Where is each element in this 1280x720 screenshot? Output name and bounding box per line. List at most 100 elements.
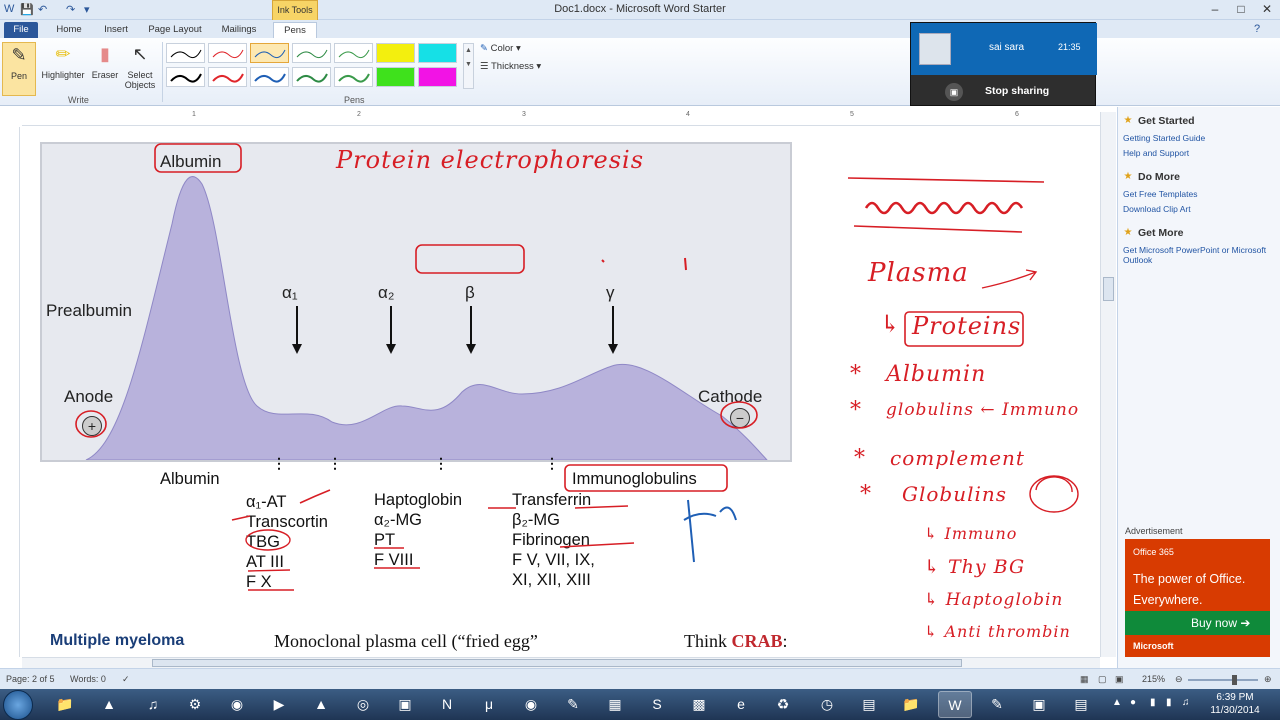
zoom-slider-knob[interactable] (1232, 675, 1237, 685)
vertical-scroll-thumb[interactable] (1103, 277, 1114, 301)
office365-ad[interactable]: Office 365 The power of Office. Everywhe… (1125, 539, 1270, 657)
clock-app-icon[interactable]: ◷ (810, 691, 844, 718)
chrome-icon[interactable]: ◉ (220, 691, 254, 718)
system-clock[interactable]: 6:39 PM 11/30/2014 (1200, 691, 1270, 717)
pen-gallery (166, 43, 462, 89)
pen-gallery-more-button[interactable]: ▲ ▼ (463, 43, 474, 89)
horizontal-ruler[interactable]: 1 2 3 4 5 6 (22, 108, 1100, 126)
highlighter-yellow[interactable] (376, 43, 415, 63)
volume-icon[interactable]: ♫ (1182, 697, 1190, 708)
help-icon[interactable]: ? (1254, 23, 1260, 35)
pen-tool-button[interactable]: ✎ Pen (2, 42, 36, 96)
horizontal-scroll-thumb[interactable] (152, 659, 962, 667)
pen-style-green-thin[interactable] (292, 43, 331, 63)
pen-style-black-thick[interactable] (166, 67, 205, 87)
sketch-icon[interactable]: ✎ (556, 691, 590, 718)
print-layout-icon[interactable]: ▦ (1080, 674, 1089, 685)
tab-home[interactable]: Home (52, 22, 86, 38)
thickness-dropdown-button[interactable]: ☰ Thickness ▾ (480, 61, 541, 72)
highlighter-green[interactable] (376, 67, 415, 87)
monitor-icon[interactable]: ▤ (1064, 691, 1098, 718)
word-count[interactable]: Words: 0 (70, 674, 106, 684)
zoom-in-icon[interactable]: ⊕ (1264, 674, 1272, 685)
acrobat-icon[interactable]: ▲ (304, 691, 338, 718)
close-button[interactable]: ✕ (1254, 0, 1280, 18)
app-tile-icon[interactable]: ▩ (682, 691, 716, 718)
thickness-icon: ☰ (480, 61, 489, 72)
explorer-icon[interactable]: 📁 (48, 691, 82, 718)
tab-pens[interactable]: Pens (273, 22, 317, 38)
paint-icon[interactable]: ✎ (980, 691, 1014, 718)
star-icon: ★ (1123, 171, 1133, 182)
web-layout-icon[interactable]: ▣ (1115, 674, 1124, 685)
network-icon[interactable]: ⚙ (178, 691, 212, 718)
free-templates-link[interactable]: Get Free Templates (1123, 189, 1278, 199)
eraser-tool-button[interactable]: ▮ Eraser (90, 42, 120, 80)
vertical-ruler[interactable] (0, 127, 20, 657)
color-dropdown-button[interactable]: ✎ Color ▾ (480, 43, 521, 54)
ie-icon[interactable]: e (724, 691, 758, 718)
folder-icon[interactable]: 📁 (894, 691, 928, 718)
highlighter-cyan[interactable] (418, 43, 457, 63)
word-taskbar-icon[interactable]: W (938, 691, 972, 718)
tray-expand-icon[interactable]: ▲ (1112, 697, 1122, 708)
pen-style-green-thick[interactable] (292, 67, 331, 87)
list-item: XI, XII, XIII (512, 571, 591, 589)
highlighter-tool-button[interactable]: ✏ Highlighter (38, 42, 88, 80)
ad-headline: The power of Office. Everywhere. (1133, 572, 1246, 607)
onenote-icon[interactable]: N (430, 691, 464, 718)
battery-icon[interactable]: ▮ (1166, 697, 1172, 708)
itunes-icon[interactable]: ♫ (136, 691, 170, 718)
calculator-icon[interactable]: ▦ (598, 691, 632, 718)
color-palette-icon: ✎ (480, 43, 488, 54)
maximize-button[interactable]: □ (1228, 0, 1254, 18)
get-powerpoint-outlook-link[interactable]: Get Microsoft PowerPoint or Microsoft Ou… (1123, 245, 1278, 265)
pen-style-black-thin[interactable] (166, 43, 205, 63)
horizontal-scrollbar[interactable] (22, 657, 1100, 668)
zoom-out-icon[interactable]: ⊖ (1175, 674, 1183, 685)
page-count[interactable]: Page: 2 of 5 (6, 674, 55, 684)
pen-style-green2-thick[interactable] (334, 67, 373, 87)
pen-style-red-thin[interactable] (208, 43, 247, 63)
select-objects-button[interactable]: ↖ Select Objects (122, 42, 158, 90)
stop-sharing-button[interactable]: Stop sharing (985, 85, 1049, 97)
tab-page-layout[interactable]: Page Layout (146, 22, 204, 38)
ruler-mark: 6 (1015, 111, 1019, 118)
tab-file[interactable]: File (4, 22, 38, 38)
tray-app-icon[interactable]: ● (1130, 697, 1136, 708)
lightbulb-icon: ★ (1123, 115, 1133, 126)
clip-art-link[interactable]: Download Clip Art (1123, 204, 1278, 214)
pen-style-green2-thin[interactable] (334, 43, 373, 63)
highlighter-magenta[interactable] (418, 67, 457, 87)
zoom-slider[interactable] (1188, 675, 1258, 685)
skype-icon[interactable]: S (640, 691, 674, 718)
vertical-scrollbar[interactable] (1100, 112, 1116, 657)
tab-insert[interactable]: Insert (98, 22, 134, 38)
tab-mailings[interactable]: Mailings (216, 22, 262, 38)
files-icon[interactable]: ▤ (852, 691, 886, 718)
buy-now-button[interactable]: Buy now ➔ (1125, 611, 1270, 635)
utorrent-icon[interactable]: μ (472, 691, 506, 718)
disc-icon[interactable]: ◎ (346, 691, 380, 718)
highlighter-icon: ✏ (55, 44, 71, 64)
office-icon: ★ (1123, 227, 1133, 238)
start-button[interactable] (3, 690, 33, 720)
recycle-icon[interactable]: ♻ (766, 691, 800, 718)
pen-style-red-thick[interactable] (208, 67, 247, 87)
minimize-button[interactable]: – (1202, 0, 1228, 18)
screen-share-taskbar-icon[interactable]: ▣ (1022, 691, 1056, 718)
albumin-peak-label: Albumin (160, 152, 222, 171)
proofing-icon[interactable]: ✓ (122, 674, 130, 685)
getting-started-guide-link[interactable]: Getting Started Guide (1123, 133, 1278, 143)
crab-accent: CRAB (731, 631, 783, 651)
zoom-level[interactable]: 215% (1142, 674, 1165, 684)
pen-style-blue-thick[interactable] (250, 67, 289, 87)
full-screen-icon[interactable]: ▢ (1098, 674, 1107, 685)
app-icon[interactable]: ▣ (388, 691, 422, 718)
media-player-icon[interactable]: ▶ (262, 691, 296, 718)
pen-style-blue-thin-selected[interactable] (250, 43, 289, 63)
globe-icon[interactable]: ◉ (514, 691, 548, 718)
vlc-icon[interactable]: ▲ (92, 691, 126, 718)
help-and-support-link[interactable]: Help and Support (1123, 148, 1278, 158)
signal-icon[interactable]: ▮ (1150, 697, 1156, 708)
